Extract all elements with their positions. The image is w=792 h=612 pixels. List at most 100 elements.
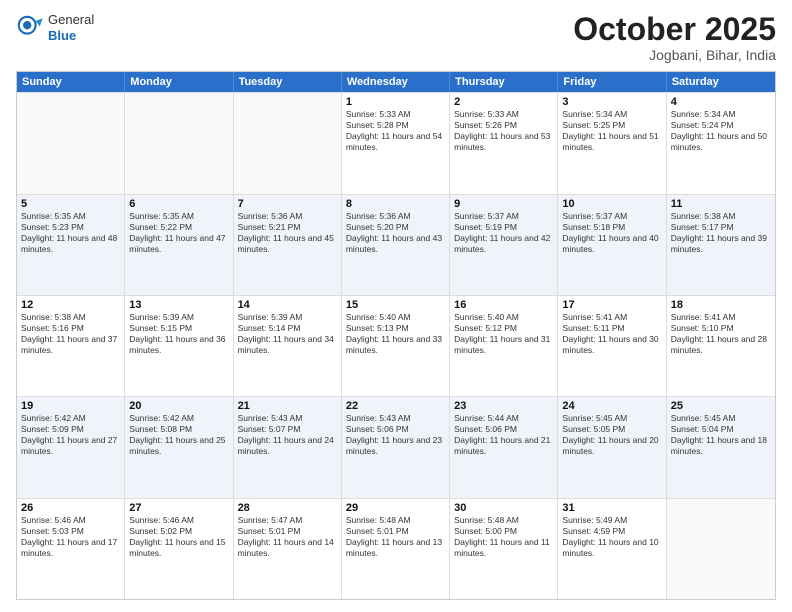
cell-info: Sunrise: 5:43 AMSunset: 5:06 PMDaylight:…: [346, 413, 445, 457]
cell-info: Sunrise: 5:42 AMSunset: 5:08 PMDaylight:…: [129, 413, 228, 457]
day-header-friday: Friday: [558, 72, 666, 92]
cell-info: Sunrise: 5:33 AMSunset: 5:28 PMDaylight:…: [346, 109, 445, 153]
day-number: 9: [454, 198, 553, 210]
day-number: 5: [21, 198, 120, 210]
day-cell-4: 4Sunrise: 5:34 AMSunset: 5:24 PMDaylight…: [667, 93, 775, 193]
day-number: 15: [346, 299, 445, 311]
cell-info: Sunrise: 5:42 AMSunset: 5:09 PMDaylight:…: [21, 413, 120, 457]
day-cell-13: 13Sunrise: 5:39 AMSunset: 5:15 PMDayligh…: [125, 296, 233, 396]
logo: General Blue: [16, 12, 94, 43]
empty-cell: [125, 93, 233, 193]
cell-info: Sunrise: 5:34 AMSunset: 5:25 PMDaylight:…: [562, 109, 661, 153]
calendar-body: 1Sunrise: 5:33 AMSunset: 5:28 PMDaylight…: [17, 92, 775, 599]
cell-info: Sunrise: 5:37 AMSunset: 5:18 PMDaylight:…: [562, 211, 661, 255]
empty-cell: [234, 93, 342, 193]
day-cell-25: 25Sunrise: 5:45 AMSunset: 5:04 PMDayligh…: [667, 397, 775, 497]
day-number: 8: [346, 198, 445, 210]
day-header-thursday: Thursday: [450, 72, 558, 92]
logo-blue: Blue: [48, 28, 76, 43]
day-cell-21: 21Sunrise: 5:43 AMSunset: 5:07 PMDayligh…: [234, 397, 342, 497]
day-number: 2: [454, 96, 553, 108]
day-number: 19: [21, 400, 120, 412]
day-number: 1: [346, 96, 445, 108]
calendar-row-5: 26Sunrise: 5:46 AMSunset: 5:03 PMDayligh…: [17, 498, 775, 599]
cell-info: Sunrise: 5:33 AMSunset: 5:26 PMDaylight:…: [454, 109, 553, 153]
cell-info: Sunrise: 5:36 AMSunset: 5:20 PMDaylight:…: [346, 211, 445, 255]
cell-info: Sunrise: 5:35 AMSunset: 5:22 PMDaylight:…: [129, 211, 228, 255]
cell-info: Sunrise: 5:39 AMSunset: 5:15 PMDaylight:…: [129, 312, 228, 356]
day-cell-10: 10Sunrise: 5:37 AMSunset: 5:18 PMDayligh…: [558, 195, 666, 295]
day-number: 20: [129, 400, 228, 412]
day-number: 25: [671, 400, 771, 412]
day-header-wednesday: Wednesday: [342, 72, 450, 92]
empty-cell: [17, 93, 125, 193]
cell-info: Sunrise: 5:37 AMSunset: 5:19 PMDaylight:…: [454, 211, 553, 255]
cell-info: Sunrise: 5:38 AMSunset: 5:17 PMDaylight:…: [671, 211, 771, 255]
day-cell-23: 23Sunrise: 5:44 AMSunset: 5:06 PMDayligh…: [450, 397, 558, 497]
cell-info: Sunrise: 5:41 AMSunset: 5:10 PMDaylight:…: [671, 312, 771, 356]
day-number: 17: [562, 299, 661, 311]
day-number: 3: [562, 96, 661, 108]
day-cell-12: 12Sunrise: 5:38 AMSunset: 5:16 PMDayligh…: [17, 296, 125, 396]
logo-general: General: [48, 12, 94, 27]
day-cell-3: 3Sunrise: 5:34 AMSunset: 5:25 PMDaylight…: [558, 93, 666, 193]
cell-info: Sunrise: 5:49 AMSunset: 4:59 PMDaylight:…: [562, 515, 661, 559]
cell-info: Sunrise: 5:48 AMSunset: 5:01 PMDaylight:…: [346, 515, 445, 559]
cell-info: Sunrise: 5:45 AMSunset: 5:04 PMDaylight:…: [671, 413, 771, 457]
calendar-row-3: 12Sunrise: 5:38 AMSunset: 5:16 PMDayligh…: [17, 295, 775, 396]
day-cell-29: 29Sunrise: 5:48 AMSunset: 5:01 PMDayligh…: [342, 499, 450, 599]
cell-info: Sunrise: 5:43 AMSunset: 5:07 PMDaylight:…: [238, 413, 337, 457]
logo-icon: [16, 14, 44, 42]
logo-text: General Blue: [48, 12, 94, 43]
day-cell-18: 18Sunrise: 5:41 AMSunset: 5:10 PMDayligh…: [667, 296, 775, 396]
cell-info: Sunrise: 5:40 AMSunset: 5:13 PMDaylight:…: [346, 312, 445, 356]
cell-info: Sunrise: 5:45 AMSunset: 5:05 PMDaylight:…: [562, 413, 661, 457]
day-cell-5: 5Sunrise: 5:35 AMSunset: 5:23 PMDaylight…: [17, 195, 125, 295]
day-cell-8: 8Sunrise: 5:36 AMSunset: 5:20 PMDaylight…: [342, 195, 450, 295]
day-header-monday: Monday: [125, 72, 233, 92]
day-number: 14: [238, 299, 337, 311]
day-cell-28: 28Sunrise: 5:47 AMSunset: 5:01 PMDayligh…: [234, 499, 342, 599]
day-number: 21: [238, 400, 337, 412]
day-cell-15: 15Sunrise: 5:40 AMSunset: 5:13 PMDayligh…: [342, 296, 450, 396]
cell-info: Sunrise: 5:46 AMSunset: 5:02 PMDaylight:…: [129, 515, 228, 559]
day-cell-7: 7Sunrise: 5:36 AMSunset: 5:21 PMDaylight…: [234, 195, 342, 295]
location-subtitle: Jogbani, Bihar, India: [573, 47, 776, 63]
cell-info: Sunrise: 5:34 AMSunset: 5:24 PMDaylight:…: [671, 109, 771, 153]
calendar-container: General Blue October 2025 Jogbani, Bihar…: [0, 0, 792, 612]
day-number: 4: [671, 96, 771, 108]
day-cell-30: 30Sunrise: 5:48 AMSunset: 5:00 PMDayligh…: [450, 499, 558, 599]
day-number: 22: [346, 400, 445, 412]
day-cell-22: 22Sunrise: 5:43 AMSunset: 5:06 PMDayligh…: [342, 397, 450, 497]
empty-cell: [667, 499, 775, 599]
day-number: 7: [238, 198, 337, 210]
day-number: 26: [21, 502, 120, 514]
cell-info: Sunrise: 5:39 AMSunset: 5:14 PMDaylight:…: [238, 312, 337, 356]
day-cell-14: 14Sunrise: 5:39 AMSunset: 5:14 PMDayligh…: [234, 296, 342, 396]
cell-info: Sunrise: 5:47 AMSunset: 5:01 PMDaylight:…: [238, 515, 337, 559]
cell-info: Sunrise: 5:40 AMSunset: 5:12 PMDaylight:…: [454, 312, 553, 356]
calendar-row-2: 5Sunrise: 5:35 AMSunset: 5:23 PMDaylight…: [17, 194, 775, 295]
cell-info: Sunrise: 5:41 AMSunset: 5:11 PMDaylight:…: [562, 312, 661, 356]
day-cell-17: 17Sunrise: 5:41 AMSunset: 5:11 PMDayligh…: [558, 296, 666, 396]
day-cell-2: 2Sunrise: 5:33 AMSunset: 5:26 PMDaylight…: [450, 93, 558, 193]
day-number: 29: [346, 502, 445, 514]
day-header-sunday: Sunday: [17, 72, 125, 92]
day-number: 18: [671, 299, 771, 311]
day-cell-16: 16Sunrise: 5:40 AMSunset: 5:12 PMDayligh…: [450, 296, 558, 396]
day-cell-31: 31Sunrise: 5:49 AMSunset: 4:59 PMDayligh…: [558, 499, 666, 599]
cell-info: Sunrise: 5:46 AMSunset: 5:03 PMDaylight:…: [21, 515, 120, 559]
day-number: 13: [129, 299, 228, 311]
day-number: 28: [238, 502, 337, 514]
day-cell-1: 1Sunrise: 5:33 AMSunset: 5:28 PMDaylight…: [342, 93, 450, 193]
day-number: 30: [454, 502, 553, 514]
day-number: 16: [454, 299, 553, 311]
day-cell-19: 19Sunrise: 5:42 AMSunset: 5:09 PMDayligh…: [17, 397, 125, 497]
calendar-row-1: 1Sunrise: 5:33 AMSunset: 5:28 PMDaylight…: [17, 92, 775, 193]
day-cell-26: 26Sunrise: 5:46 AMSunset: 5:03 PMDayligh…: [17, 499, 125, 599]
day-number: 11: [671, 198, 771, 210]
month-title: October 2025: [573, 12, 776, 47]
day-number: 27: [129, 502, 228, 514]
title-block: October 2025 Jogbani, Bihar, India: [573, 12, 776, 63]
day-cell-27: 27Sunrise: 5:46 AMSunset: 5:02 PMDayligh…: [125, 499, 233, 599]
